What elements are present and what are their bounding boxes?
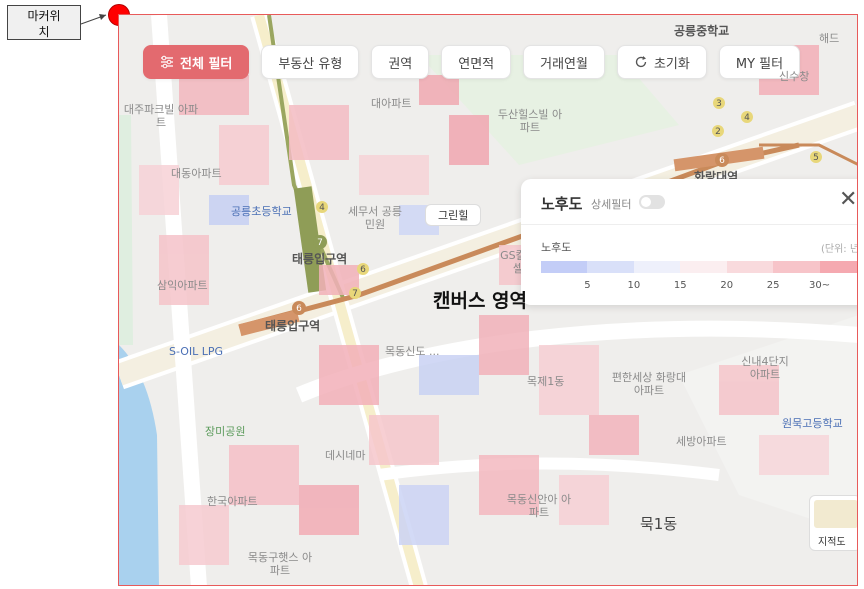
poi-label: 신내4단지 아파트 <box>741 355 789 381</box>
svg-text:7: 7 <box>317 238 323 248</box>
transaction-date-filter[interactable]: 거래연월 <box>523 45 605 79</box>
subfilter-toggle[interactable] <box>639 195 665 209</box>
legend-color-segment <box>819 261 857 273</box>
poi-label: 장미공원 <box>205 425 246 438</box>
poi-label: 대동아파트 <box>171 167 222 180</box>
canvas-area-label: 캔버스 영역 <box>433 290 528 312</box>
region-label: 권역 <box>388 56 413 72</box>
svg-text:4: 4 <box>744 113 750 123</box>
poi-label: 태릉입구역 <box>292 252 348 266</box>
poi-label: 원묵고등학교 <box>782 417 843 430</box>
legend-tick: 15 <box>673 280 687 291</box>
poi-label: 공릉초등학교 <box>231 205 292 218</box>
region-filter[interactable]: 권역 <box>371 45 430 79</box>
aging-panel: 노후도 상세필터 ✕ 노후도 (단위: 년) 5 10 15 20 25 30~ <box>521 179 857 305</box>
svg-text:6: 6 <box>719 156 725 166</box>
legend-color-segment <box>633 261 681 273</box>
svg-text:6: 6 <box>296 304 302 314</box>
reset-button[interactable]: 초기화 <box>616 45 707 79</box>
poi-label: 신수창 <box>779 70 810 83</box>
all-filters-button[interactable]: 전체 필터 <box>143 45 250 79</box>
svg-text:7: 7 <box>352 289 358 299</box>
poi-label: 삼익아파트 <box>157 279 208 292</box>
greenhill-badge[interactable]: 그린힐 <box>425 204 482 226</box>
poi-label: 세무서 공릉민원 <box>347 205 403 231</box>
svg-text:3: 3 <box>716 99 722 109</box>
legend-tick: 20 <box>720 280 734 291</box>
sliders-icon <box>161 55 173 69</box>
panel-divider <box>521 224 857 225</box>
close-icon[interactable]: ✕ <box>839 187 857 212</box>
legend-tick: 10 <box>627 280 641 291</box>
property-type-filter[interactable]: 부동산 유형 <box>261 45 360 79</box>
legend-color-bar <box>541 261 857 273</box>
poi-label: 해드 <box>819 32 840 45</box>
my-filter-label: MY 필터 <box>735 56 784 72</box>
poi-label: 목동신도 ... <box>385 345 440 358</box>
poi-label: 두산힐스빌 아파트 <box>497 108 563 134</box>
legend-unit: (단위: 년) <box>821 244 857 255</box>
svg-text:4: 4 <box>319 203 325 213</box>
cadastral-label: 지적도 <box>818 537 846 548</box>
property-type-label: 부동산 유형 <box>278 56 343 72</box>
district-label: 묵1동 <box>640 515 678 533</box>
refresh-icon <box>635 56 647 68</box>
legend-color-segment <box>680 261 727 273</box>
svg-text:6: 6 <box>360 265 366 275</box>
poi-label: 세방아파트 <box>676 435 727 448</box>
reset-label: 초기화 <box>653 56 690 72</box>
legend-tick: 5 <box>584 280 591 291</box>
floor-area-filter[interactable]: 연면적 <box>441 45 512 79</box>
station-label: 태릉입구역 <box>265 319 321 333</box>
poi-label: 한국아파트 <box>207 495 258 508</box>
legend-ticks: 5 10 15 20 25 30~ <box>541 280 857 292</box>
legend-color-segment <box>541 261 588 273</box>
poi-label: 목제1동 <box>527 375 565 388</box>
legend-color-segment <box>773 261 820 273</box>
all-filters-label: 전체 필터 <box>180 56 233 72</box>
legend-tick: 25 <box>766 280 780 291</box>
legend-color-segment <box>587 261 634 273</box>
transaction-date-label: 거래연월 <box>540 56 588 72</box>
floor-area-label: 연면적 <box>458 56 495 72</box>
legend-label: 노후도 <box>541 241 572 254</box>
poi-label: 데시네마 <box>325 449 366 462</box>
svg-text:5: 5 <box>813 153 819 163</box>
legend-tick: 30~ <box>809 280 831 291</box>
poi-label: 대아파트 <box>371 97 412 110</box>
subfilter-label: 상세필터 <box>591 198 632 211</box>
legend-color-segment <box>726 261 774 273</box>
poi-label: S-OIL LPG <box>169 345 224 358</box>
cadastral-map-button[interactable]: 지적도 <box>809 495 857 551</box>
filter-bar: 전체 필터 부동산 유형 권역 연면적 거래연월 초기화 MY 필터 <box>143 45 801 79</box>
poi-label: 편한세상 화랑대아파트 <box>611 371 687 397</box>
poi-label: 목동구햇스 아파트 <box>247 551 313 577</box>
panel-title: 노후도 <box>541 195 583 213</box>
poi-label: 공릉중학교 <box>674 24 730 38</box>
cadastral-thumbnail <box>814 500 857 528</box>
greenhill-label: 그린힐 <box>438 209 469 222</box>
poi-label: 목동신안아 아파트 <box>506 493 572 519</box>
poi-label: 대주파크빌 아파트 <box>123 103 199 129</box>
svg-text:2: 2 <box>715 127 721 137</box>
map-canvas[interactable]: 7 6 6 7 6 4 3 4 2 5 전체 필터 부동산 유형 권역 연면적 … <box>118 14 858 586</box>
